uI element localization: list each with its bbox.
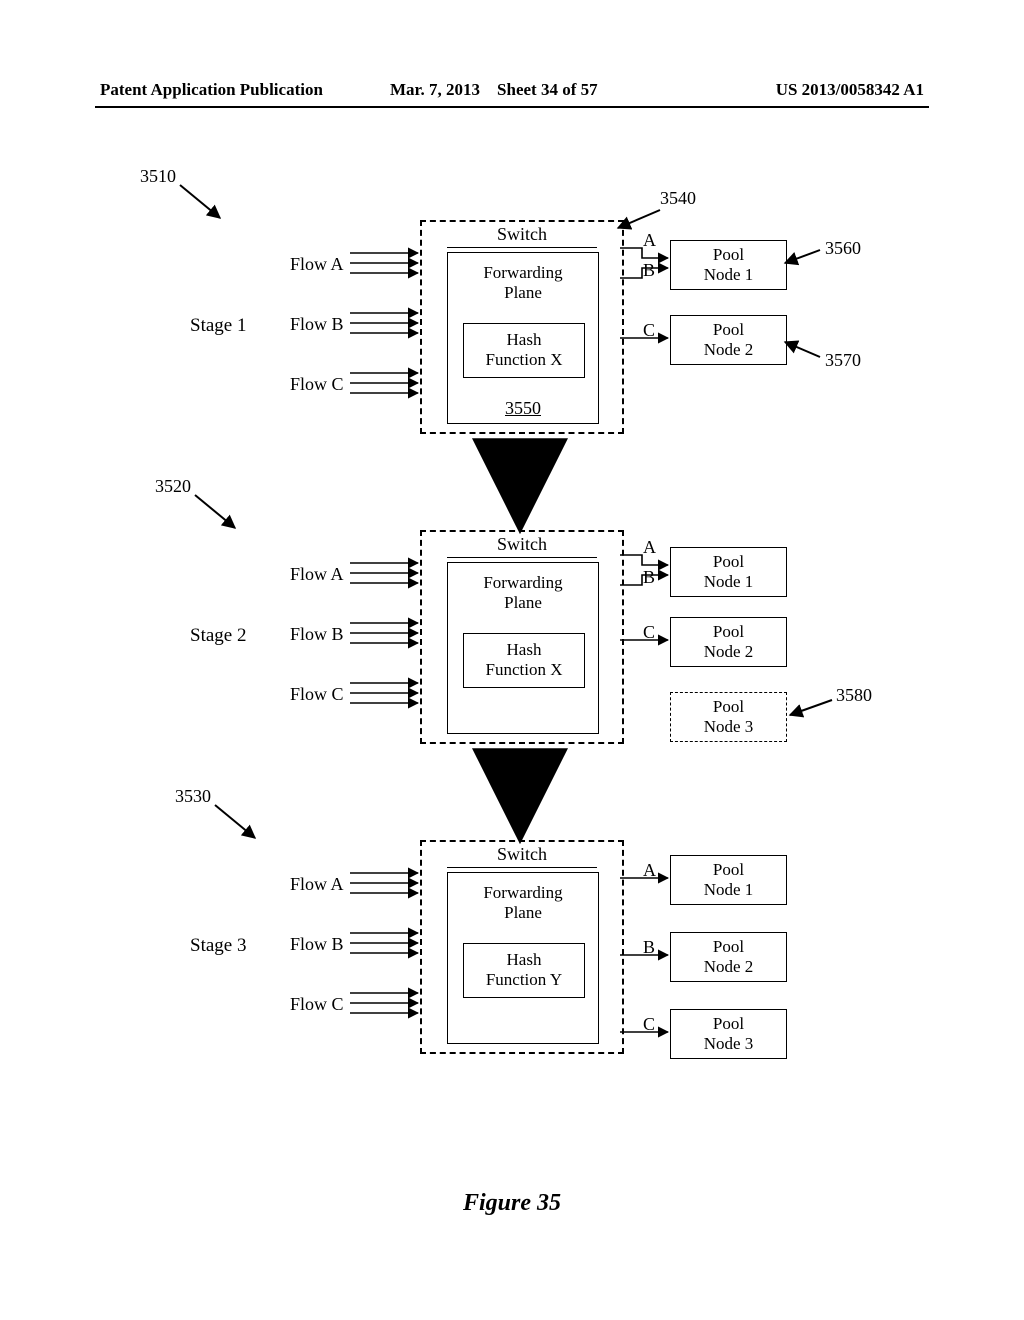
flowA-3: Flow A bbox=[290, 874, 350, 895]
outC-2: C bbox=[643, 622, 655, 643]
pool-node-3-s3: PoolNode 3 bbox=[670, 1009, 787, 1059]
ref-3580: 3580 bbox=[836, 685, 872, 706]
ref-3570: 3570 bbox=[825, 350, 861, 371]
flowC-1: Flow C bbox=[290, 374, 350, 395]
forwarding-plane-2: ForwardingPlane HashFunction X bbox=[447, 562, 599, 734]
switch-title-1: Switch bbox=[447, 224, 597, 248]
switch-title-3: Switch bbox=[447, 844, 597, 868]
pool-node-1-s3: PoolNode 1 bbox=[670, 855, 787, 905]
flowB-2: Flow B bbox=[290, 624, 350, 645]
outB-3: B bbox=[643, 937, 655, 958]
pool-node-1-s1: PoolNode 1 bbox=[670, 240, 787, 290]
pool1-lbl-s2: PoolNode 1 bbox=[704, 552, 754, 591]
stage-1-label: Stage 1 bbox=[190, 315, 246, 337]
flowB-3: Flow B bbox=[290, 934, 350, 955]
forwarding-plane-1: ForwardingPlane HashFunction X 3550 bbox=[447, 252, 599, 424]
outA-1: A bbox=[643, 230, 656, 251]
flowC-2: Flow C bbox=[290, 684, 350, 705]
flowB-1: Flow B bbox=[290, 314, 350, 335]
figure-diagram: 3510 3520 3530 3540 3560 3570 3580 Stage… bbox=[120, 160, 920, 1180]
pool1-lbl-s3: PoolNode 1 bbox=[704, 860, 754, 899]
pool2-lbl-s2: PoolNode 2 bbox=[704, 622, 754, 661]
pool3-lbl-s2: PoolNode 3 bbox=[704, 697, 754, 736]
outA-2: A bbox=[643, 537, 656, 558]
outB-1: B bbox=[643, 260, 655, 281]
ref-3550: 3550 bbox=[448, 398, 598, 419]
outB-2: B bbox=[643, 567, 655, 588]
outC-1: C bbox=[643, 320, 655, 341]
flowA-2: Flow A bbox=[290, 564, 350, 585]
header-sheet: Sheet 34 of 57 bbox=[497, 80, 598, 99]
hash-box-1: HashFunction X bbox=[463, 323, 585, 378]
pool3-lbl-s3: PoolNode 3 bbox=[704, 1014, 754, 1053]
outA-3: A bbox=[643, 860, 656, 881]
header-pubno: US 2013/0058342 A1 bbox=[776, 80, 924, 100]
forwarding-plane-3: ForwardingPlane HashFunction Y bbox=[447, 872, 599, 1044]
ref-3520: 3520 bbox=[155, 476, 191, 497]
page: Patent Application Publication Mar. 7, 2… bbox=[0, 0, 1024, 1320]
switch-box-stage3: Switch ForwardingPlane HashFunction Y bbox=[420, 840, 624, 1054]
header-date: Mar. 7, 2013 bbox=[390, 80, 480, 99]
switch-box-stage1: Switch ForwardingPlane HashFunction X 35… bbox=[420, 220, 624, 434]
stage-3-label: Stage 3 bbox=[190, 935, 246, 957]
header-rule bbox=[95, 106, 929, 108]
stage-2-label: Stage 2 bbox=[190, 625, 246, 647]
pool-node-2-s3: PoolNode 2 bbox=[670, 932, 787, 982]
pool-node-2-s2: PoolNode 2 bbox=[670, 617, 787, 667]
fp-label-3: ForwardingPlane bbox=[448, 883, 598, 924]
pool1-lbl-s1: PoolNode 1 bbox=[704, 245, 754, 284]
ref-3530: 3530 bbox=[175, 786, 211, 807]
outC-3: C bbox=[643, 1014, 655, 1035]
flowC-3: Flow C bbox=[290, 994, 350, 1015]
pool-node-1-s2: PoolNode 1 bbox=[670, 547, 787, 597]
pool2-lbl-s3: PoolNode 2 bbox=[704, 937, 754, 976]
fp-label-2: ForwardingPlane bbox=[448, 573, 598, 614]
header-middle: Mar. 7, 2013 Sheet 34 of 57 bbox=[390, 80, 598, 100]
figure-caption: Figure 35 bbox=[0, 1190, 1024, 1217]
fp-label-1: ForwardingPlane bbox=[448, 263, 598, 304]
hash-box-3: HashFunction Y bbox=[463, 943, 585, 998]
pool-node-3-s2: PoolNode 3 bbox=[670, 692, 787, 742]
ref-3540: 3540 bbox=[660, 188, 696, 209]
header-left: Patent Application Publication bbox=[100, 80, 323, 100]
ref-3510: 3510 bbox=[140, 166, 176, 187]
pool2-lbl-s1: PoolNode 2 bbox=[704, 320, 754, 359]
hash-box-2: HashFunction X bbox=[463, 633, 585, 688]
pool-node-2-s1: PoolNode 2 bbox=[670, 315, 787, 365]
flowA-1: Flow A bbox=[290, 254, 350, 275]
switch-box-stage2: Switch ForwardingPlane HashFunction X bbox=[420, 530, 624, 744]
switch-title-2: Switch bbox=[447, 534, 597, 558]
ref-3560: 3560 bbox=[825, 238, 861, 259]
